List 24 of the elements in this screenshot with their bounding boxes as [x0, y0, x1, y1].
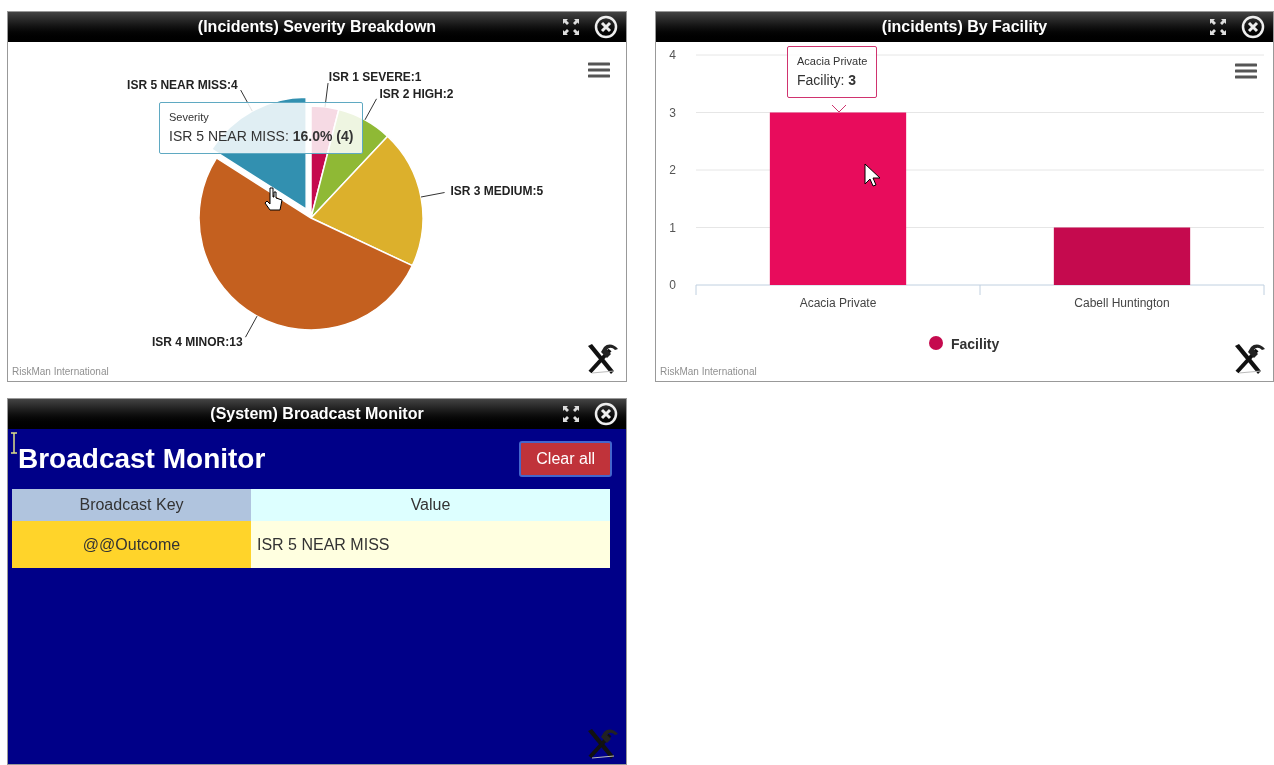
tooltip-title: Acacia Private	[797, 54, 868, 69]
axis-tick-label: 0	[669, 278, 676, 292]
panel-title: (Incidents) Severity Breakdown	[197, 17, 437, 37]
column-header: Broadcast Key	[12, 489, 251, 521]
data-label: ISR 4 MINOR:13	[151, 335, 243, 350]
data-label: ISR 1 SEVERE:1	[328, 70, 422, 85]
axis-category-label: Cabell Huntington	[1074, 296, 1170, 310]
axis-category-label: Acacia Private	[799, 296, 877, 310]
axis-tick-label: 1	[669, 220, 676, 235]
axis-tick-label: 3	[669, 105, 676, 120]
axis-tick-label: 4	[669, 48, 676, 62]
tooltip-title: Severity	[169, 110, 210, 125]
data-label: ISR 3 MEDIUM:5	[450, 184, 544, 199]
panel-title: (incidents) By Facility	[881, 17, 1048, 37]
data-label: ISR 5 NEAR MISS:4	[127, 77, 238, 92]
monitor-heading: Broadcast Monitor	[18, 442, 266, 476]
tooltip-text: Facility: 3	[797, 70, 858, 90]
column-header: Value	[251, 489, 610, 521]
axis-tick-label: 2	[669, 163, 676, 177]
panel-title: (System) Broadcast Monitor	[210, 404, 424, 424]
table-cell: @@Outcome	[12, 521, 251, 568]
tooltip-text: ISR 5 NEAR MISS: 16.0% (4)	[169, 126, 354, 146]
table-cell: ISR 5 NEAR MISS	[251, 521, 610, 568]
data-label: ISR 2 HIGH:2	[379, 86, 454, 101]
